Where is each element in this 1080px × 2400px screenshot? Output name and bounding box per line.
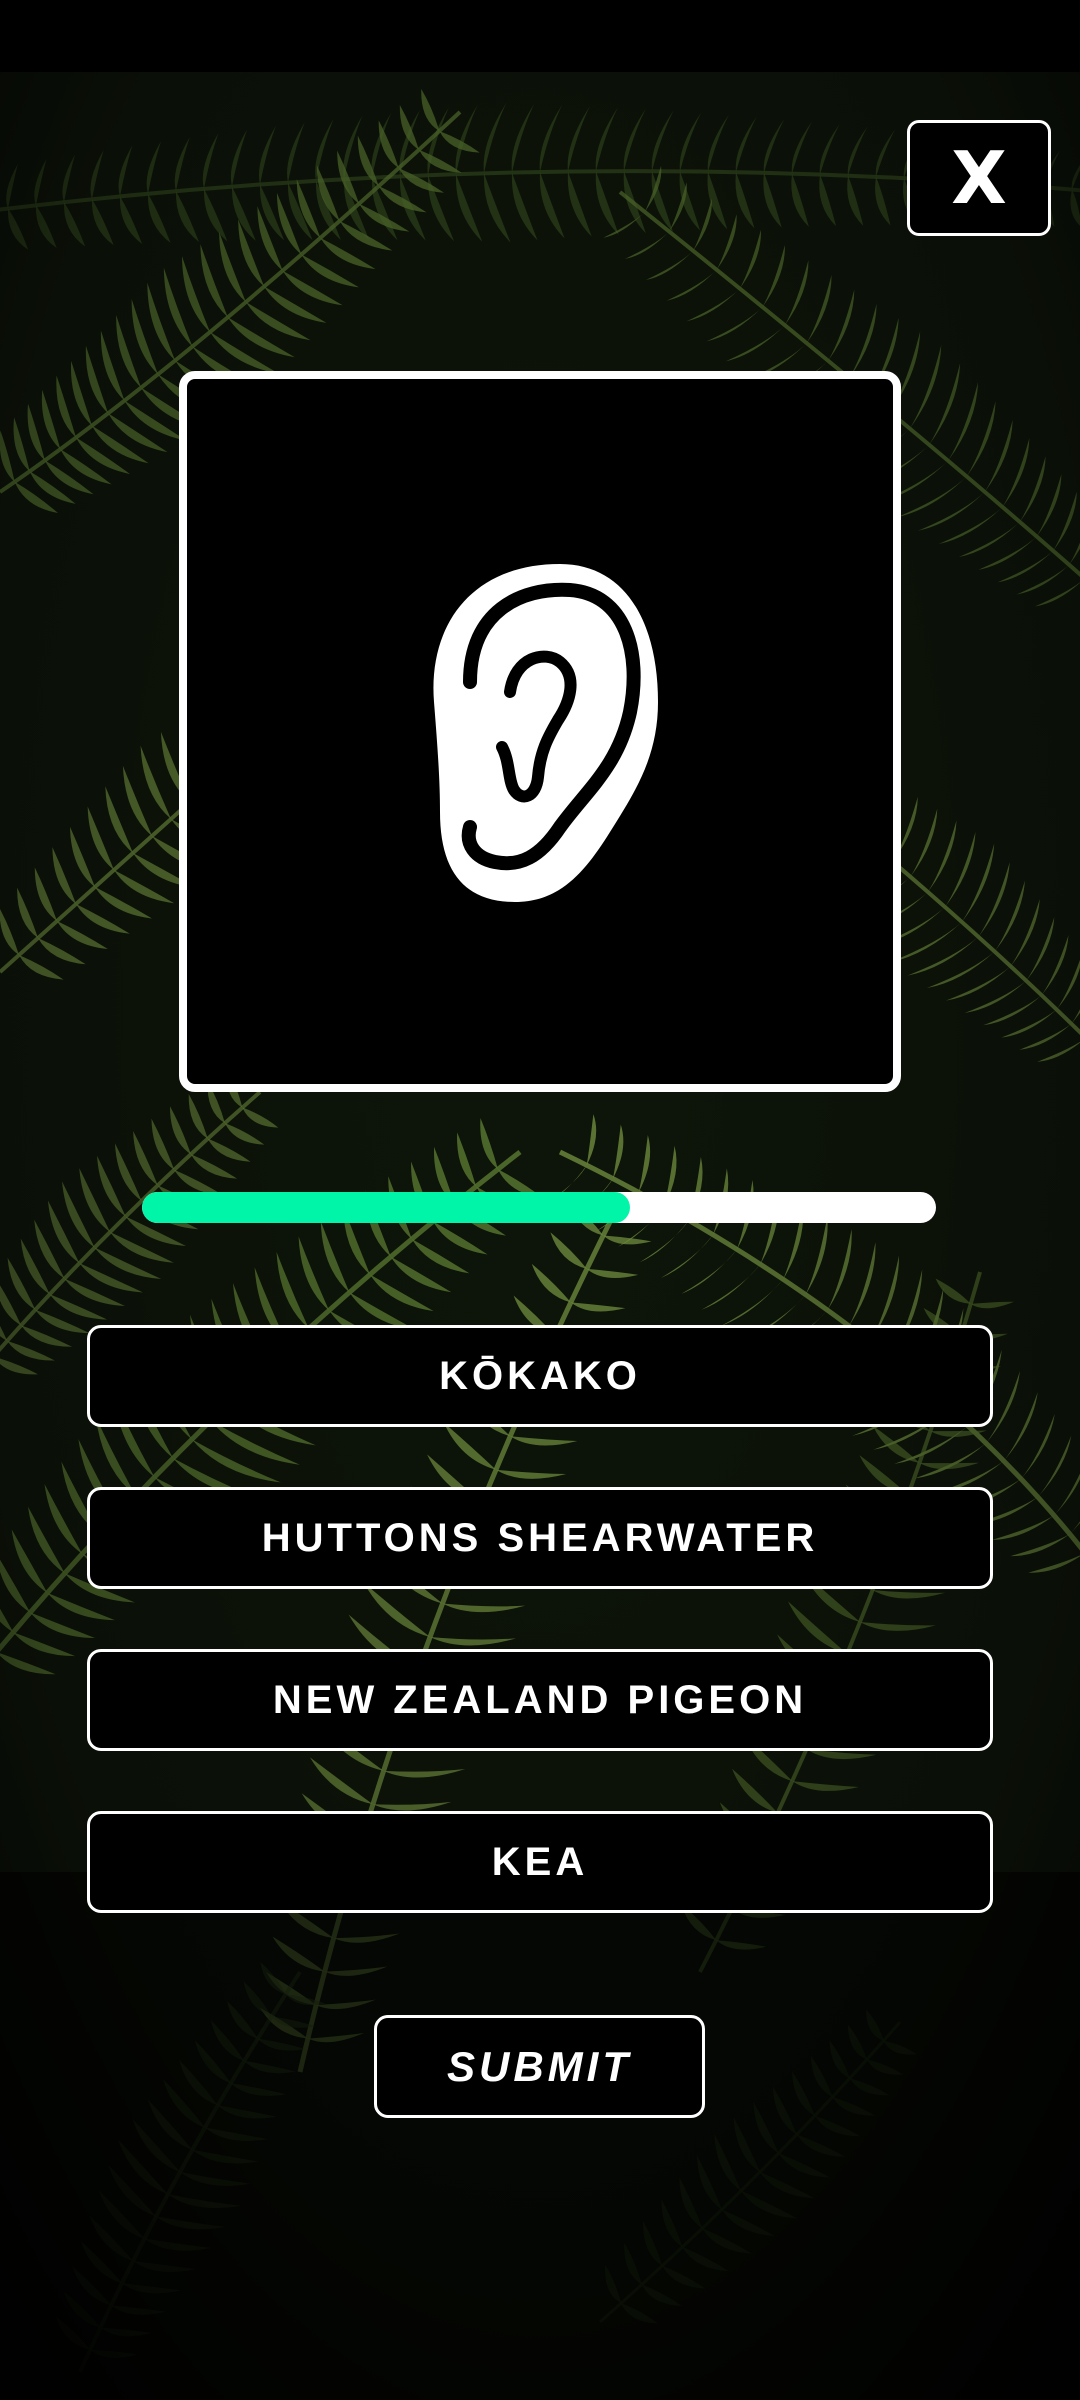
answer-option-kokako[interactable]: KŌKAKO [87, 1325, 993, 1427]
answer-option-new-zealand-pigeon[interactable]: NEW ZEALAND PIGEON [87, 1649, 993, 1751]
progress-bar [142, 1192, 936, 1223]
submit-button[interactable]: SUBMIT [374, 2015, 705, 2118]
answer-option-kea[interactable]: KEA [87, 1811, 993, 1913]
play-sound-button[interactable] [179, 371, 901, 1092]
answer-option-huttons-shearwater[interactable]: HUTTONS SHEARWATER [87, 1487, 993, 1589]
close-button[interactable]: X [907, 120, 1051, 236]
progress-bar-fill [142, 1192, 631, 1223]
ear-icon [433, 563, 658, 902]
quiz-screen: X KŌKAKO HUTTONS SHEARWATER NEW ZEALAND … [0, 0, 1080, 2400]
